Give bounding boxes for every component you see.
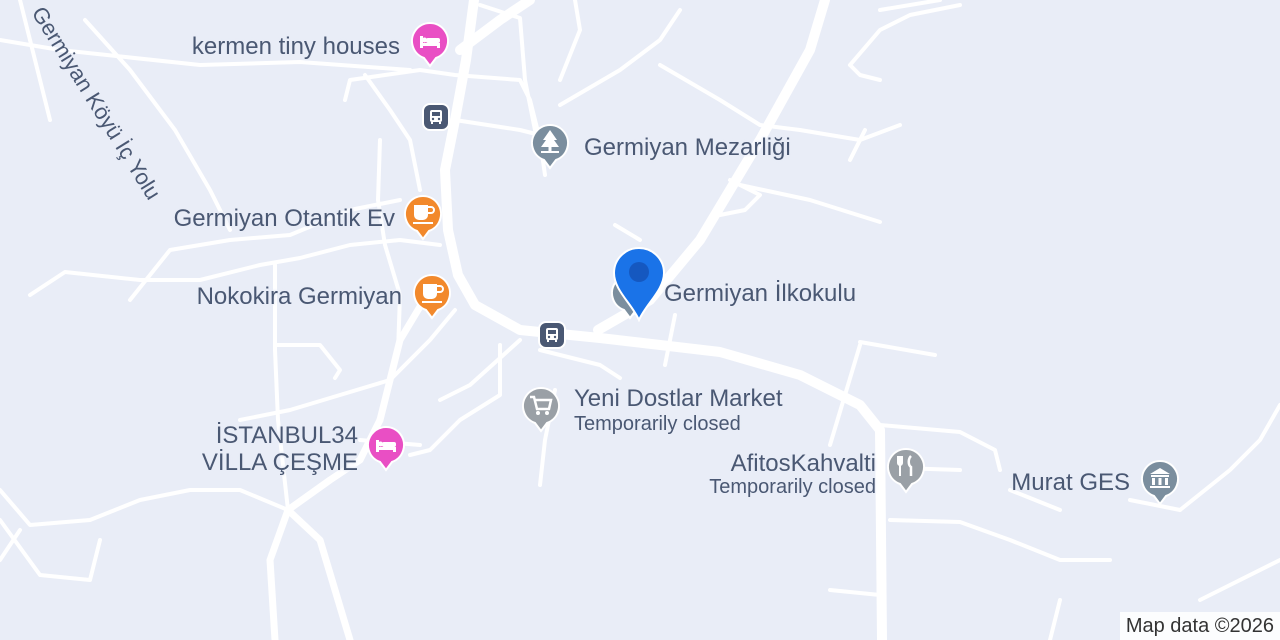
place-label-murat-ges[interactable]: Murat GES [950, 470, 1130, 496]
tree-icon[interactable] [530, 122, 570, 170]
building-icon[interactable] [1140, 458, 1180, 506]
place-status: Temporarily closed [574, 413, 741, 435]
fork-knife-icon[interactable] [886, 446, 926, 494]
place-label-istanbul34[interactable]: İSTANBUL34 [120, 423, 358, 449]
place-label-villa-cesme[interactable]: VİLLA ÇEŞME [120, 450, 358, 476]
cup-icon[interactable] [403, 193, 443, 241]
place-status: Temporarily closed [709, 476, 876, 498]
bed-icon[interactable] [410, 20, 450, 68]
bus-stop-icon[interactable] [538, 321, 566, 349]
place-label-germiyan-mezarligi[interactable]: Germiyan Mezarliği [584, 135, 791, 161]
place-label-kermen-tiny-houses[interactable]: kermen tiny houses [150, 34, 400, 60]
bus-stop-icon[interactable] [422, 103, 450, 131]
place-label-germiyan-otantik-ev[interactable]: Germiyan Otantik Ev [100, 206, 395, 232]
place-label-yeni-dostlar-market[interactable]: Yeni Dostlar Market [574, 386, 783, 412]
map-attribution[interactable]: Map data ©2026 [1119, 612, 1280, 640]
cup-icon[interactable] [412, 272, 452, 320]
bed-icon[interactable] [366, 424, 406, 472]
place-label-germiyan-ilkokulu[interactable]: Germiyan İlkokulu [664, 281, 856, 307]
location-pin-icon[interactable] [612, 246, 666, 323]
place-label-afitoskahvalti[interactable]: AfitosKahvalti [650, 451, 876, 477]
place-label-nokokira-germiyan[interactable]: Nokokira Germiyan [100, 284, 402, 310]
cart-icon[interactable] [521, 385, 561, 433]
